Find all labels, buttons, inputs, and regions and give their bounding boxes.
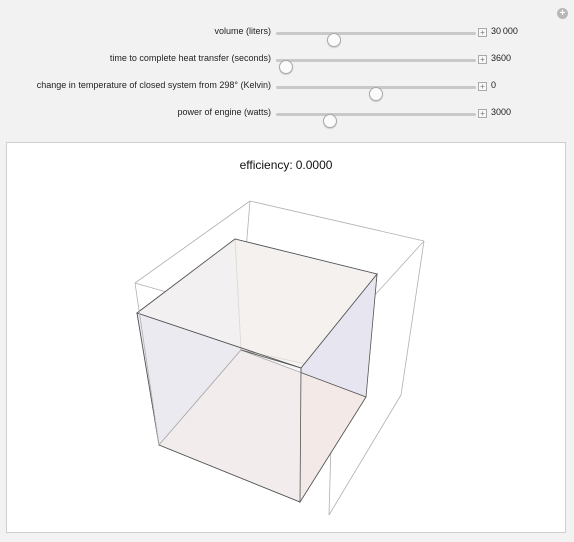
- demonstration-app: + volume (liters) + 30 000 time to compl…: [0, 0, 574, 542]
- temperature-slider-thumb[interactable]: [369, 87, 383, 101]
- control-row-temperature: change in temperature of closed system f…: [0, 78, 574, 101]
- time-plus-icon[interactable]: +: [478, 55, 487, 64]
- volume-label: volume (liters): [214, 26, 271, 36]
- power-slider[interactable]: [276, 113, 476, 128]
- control-row-volume: volume (liters) + 30 000: [0, 24, 574, 47]
- power-label: power of engine (watts): [177, 107, 271, 117]
- time-slider[interactable]: [276, 59, 476, 74]
- time-slider-thumb[interactable]: [279, 60, 293, 74]
- power-plus-icon[interactable]: +: [478, 109, 487, 118]
- control-row-time: time to complete heat transfer (seconds)…: [0, 51, 574, 74]
- plus-circle-icon[interactable]: +: [557, 8, 568, 19]
- temperature-value: 0: [491, 80, 497, 90]
- power-value: 3000: [491, 107, 512, 117]
- bbox-edge: [400, 240, 425, 396]
- volume-slider[interactable]: [276, 32, 476, 47]
- volume-value: 30 000: [491, 26, 518, 36]
- temperature-plus-icon[interactable]: +: [478, 82, 487, 91]
- time-label: time to complete heat transfer (seconds): [109, 53, 271, 63]
- volume-plus-icon[interactable]: +: [478, 28, 487, 37]
- temperature-slider[interactable]: [276, 86, 476, 101]
- volume-slider-thumb[interactable]: [327, 33, 341, 47]
- power-slider-thumb[interactable]: [323, 114, 337, 128]
- plot-panel: efficiency: 0.0000: [6, 142, 566, 533]
- time-value: 3600: [491, 53, 512, 63]
- control-row-power: power of engine (watts) + 3000: [0, 105, 574, 128]
- bbox-edge: [249, 200, 425, 242]
- 3d-scene[interactable]: [7, 143, 565, 532]
- temperature-label: change in temperature of closed system f…: [36, 80, 271, 90]
